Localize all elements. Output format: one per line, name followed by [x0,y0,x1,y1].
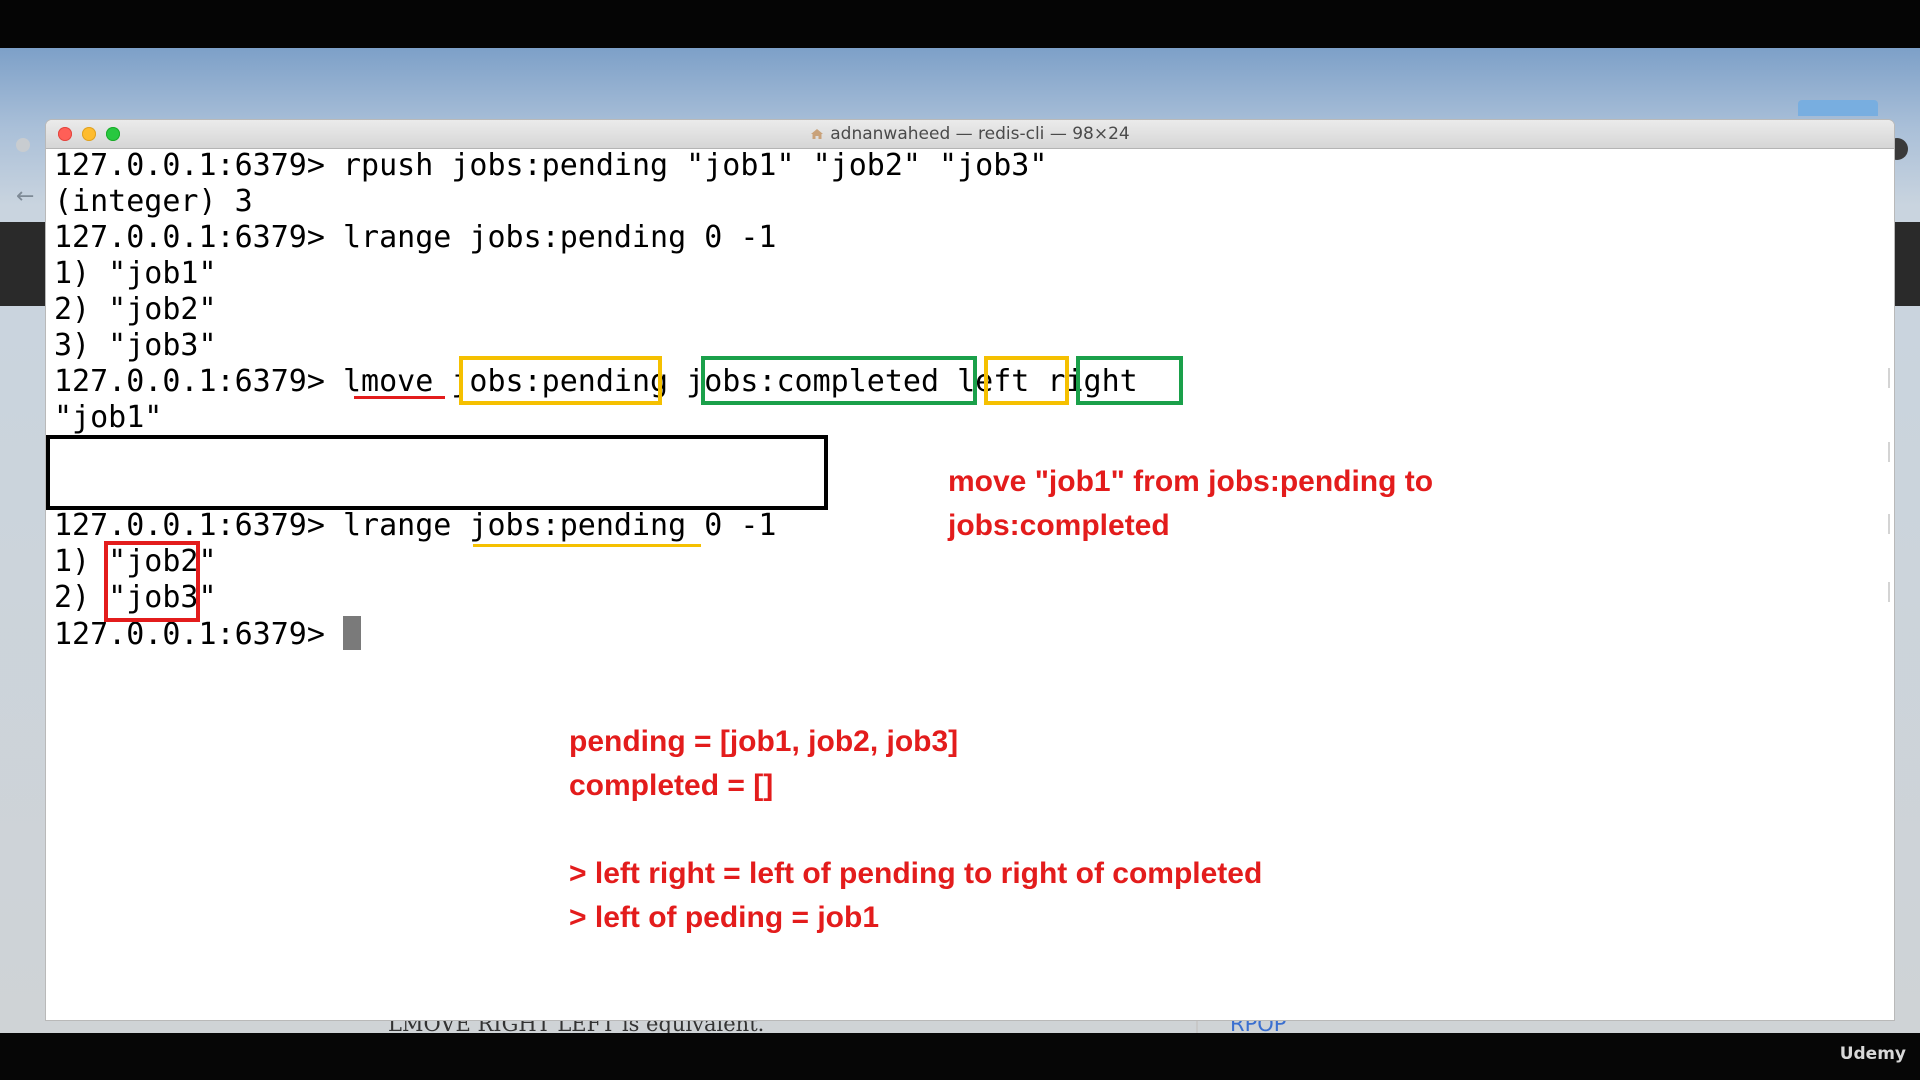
left-right-explanation-note: pending = [job1, job2, job3] completed =… [569,725,1263,934]
home-icon [811,129,824,139]
video-bottom-letterbox [0,1033,1920,1080]
terminal-line: "job1" [54,400,163,435]
window-title-wrap: adnanwaheed — redis-cli — 98×24 [46,124,1894,144]
background-window-button [16,138,30,152]
udemy-logo: Udemy [1839,1044,1906,1064]
terminal-line: 127.0.0.1:6379> rpush jobs:pending "job1… [54,148,1048,183]
right-arg-highlight [1076,356,1183,405]
terminal-line: 2) "job2" [54,292,217,327]
window-title: adnanwaheed — redis-cli — 98×24 [830,124,1130,144]
source-key-highlight [459,356,662,405]
terminal-line: 3) "job3" [54,328,217,363]
background-app-panel [0,222,48,306]
remaining-items-highlight [104,541,200,622]
back-arrow-icon: ← [16,184,35,209]
blank-output-box [46,435,828,510]
terminal-prompt: 127.0.0.1:6379> [54,617,343,652]
terminal-line: (integer) 3 [54,184,253,219]
text-cursor [342,616,361,650]
folder-icon [1798,100,1878,116]
move-explanation-note: move "job1" from jobs:pending to jobs:co… [948,465,1434,542]
destination-key-highlight [701,356,977,405]
terminal-line: 127.0.0.1:6379> lrange jobs:pending 0 -1 [54,508,777,543]
terminal-window[interactable]: adnanwaheed — redis-cli — 98×24 127.0.0.… [46,120,1894,1020]
left-arg-highlight [984,356,1069,405]
pending-key-underline [473,544,701,547]
video-top-letterbox [0,0,1920,48]
title-bar[interactable]: adnanwaheed — redis-cli — 98×24 [46,120,1894,149]
terminal-prompt-line[interactable]: 127.0.0.1:6379> [54,616,361,652]
lmove-underline [354,396,445,399]
background-app-panel-right [1894,222,1920,306]
terminal-line: 127.0.0.1:6379> lrange jobs:pending 0 -1 [54,220,777,255]
terminal-line: 1) "job1" [54,256,217,291]
